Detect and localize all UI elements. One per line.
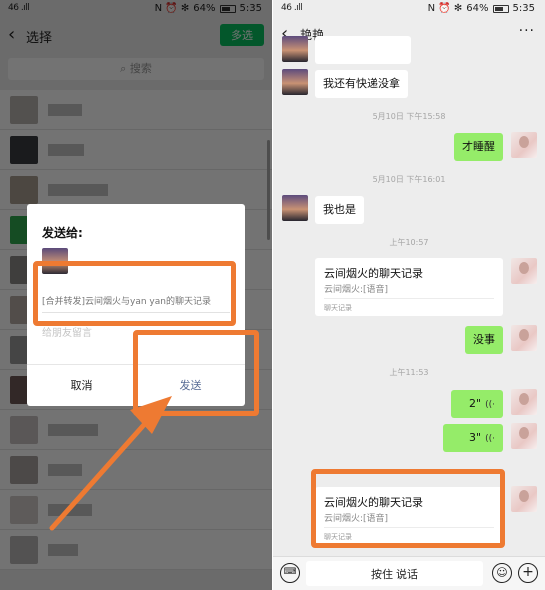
timestamp: 上午11:53 xyxy=(389,368,429,377)
status-icons: N ⏰ ✻ xyxy=(427,3,463,14)
hold-to-talk-button[interactable]: 按住 说话 xyxy=(306,561,483,586)
my-avatar[interactable] xyxy=(511,132,537,158)
card-title: 云间烟火的聊天记录 xyxy=(324,267,423,280)
my-avatar[interactable] xyxy=(511,486,537,512)
emoji-icon[interactable]: ☺ xyxy=(492,563,512,583)
signal-indicator: 46 .ıll xyxy=(281,3,303,13)
more-icon[interactable]: ··· xyxy=(519,23,535,39)
keyboard-icon[interactable]: ⌨ xyxy=(280,563,300,583)
voice-wave-icon: ((· xyxy=(485,434,495,444)
highlight-box-preview xyxy=(33,261,236,326)
my-avatar[interactable] xyxy=(511,389,537,415)
chat-screen: 46 .ıll N ⏰ ✻ 64% 5:35 ‹ 艳艳 ··· 我还有快递没拿 … xyxy=(273,0,545,590)
chat-history-card[interactable]: 云间烟火的聊天记录 云间烟火:[语音] 聊天记录 xyxy=(315,258,503,316)
battery-icon xyxy=(492,4,509,13)
divider xyxy=(324,298,494,299)
contact-avatar[interactable] xyxy=(282,195,308,221)
plus-icon[interactable]: + xyxy=(518,563,538,583)
message-bubble-partial[interactable] xyxy=(315,36,411,64)
contact-avatar[interactable] xyxy=(282,36,308,62)
dialog-title: 发送给: xyxy=(42,226,83,240)
my-avatar[interactable] xyxy=(511,325,537,351)
message-bubble[interactable]: 我还有快递没拿 xyxy=(315,70,408,98)
my-avatar[interactable] xyxy=(511,258,537,284)
highlight-box-send xyxy=(133,330,259,416)
timestamp: 上午10:57 xyxy=(389,238,429,247)
voice-duration: 2" xyxy=(469,397,482,410)
forward-select-screen: 46 .ıll N ⏰ ✻ 64% 5:35 ‹ 选择 多选 ⌕ 搜索 发送给: xyxy=(0,0,272,590)
message-to-friend-input[interactable]: 给朋友留言 xyxy=(42,324,92,339)
card-footer: 聊天记录 xyxy=(324,304,352,312)
cancel-button[interactable]: 取消 xyxy=(27,365,136,407)
voice-message[interactable]: 3" ((· xyxy=(443,424,503,452)
voice-duration: 3" xyxy=(469,431,482,444)
card-subtitle: 云间烟火:[语音] xyxy=(324,285,389,295)
timestamp: 5月10日 下午16:01 xyxy=(372,175,446,184)
message-bubble-mine[interactable]: 才睡醒 xyxy=(454,133,503,161)
status-bar: 46 .ıll N ⏰ ✻ 64% 5:35 xyxy=(273,0,545,18)
message-bubble[interactable]: 我也是 xyxy=(315,196,364,224)
my-avatar[interactable] xyxy=(511,423,537,449)
clock: 5:35 xyxy=(512,3,535,14)
timestamp: 5月10日 下午15:58 xyxy=(372,112,446,121)
input-toolbar: ⌨ 按住 说话 ☺ + xyxy=(273,556,545,590)
voice-message[interactable]: 2" ((· xyxy=(451,390,503,418)
contact-avatar[interactable] xyxy=(282,69,308,95)
highlight-box-forwarded xyxy=(311,469,505,548)
battery-percent: 64% xyxy=(466,3,489,14)
message-bubble-mine[interactable]: 没事 xyxy=(465,326,503,354)
voice-wave-icon: ((· xyxy=(485,400,495,410)
